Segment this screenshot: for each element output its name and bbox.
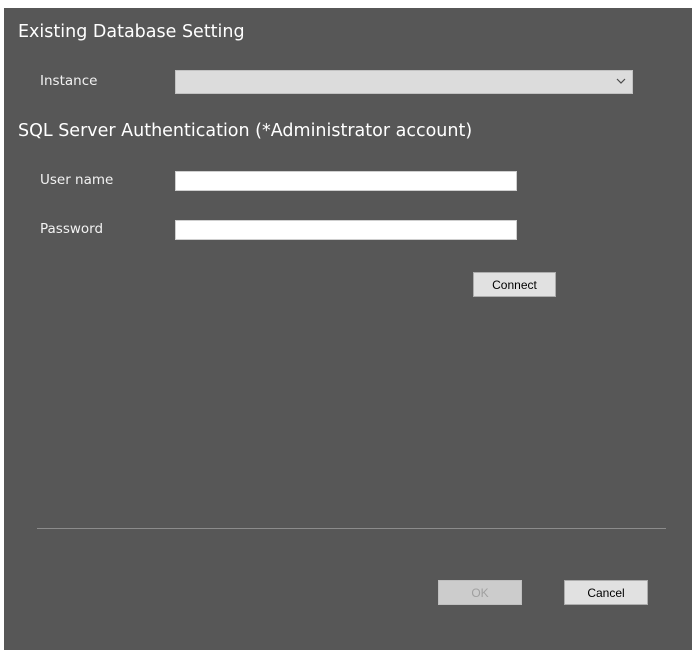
instance-label: Instance (40, 73, 98, 89)
divider (37, 528, 666, 529)
ok-button[interactable]: OK (438, 580, 522, 605)
password-input[interactable] (175, 220, 517, 240)
sql-server-authentication-title: SQL Server Authentication (*Administrato… (18, 121, 473, 141)
chevron-down-icon (616, 78, 626, 84)
instance-select[interactable] (175, 70, 633, 94)
cancel-button[interactable]: Cancel (564, 580, 648, 605)
existing-database-setting-dialog: Existing Database Setting Instance SQL S… (4, 8, 692, 650)
connect-button[interactable]: Connect (473, 272, 556, 297)
username-label: User name (40, 172, 114, 188)
password-label: Password (40, 221, 104, 237)
username-input[interactable] (175, 171, 517, 191)
existing-database-setting-title: Existing Database Setting (18, 22, 245, 42)
